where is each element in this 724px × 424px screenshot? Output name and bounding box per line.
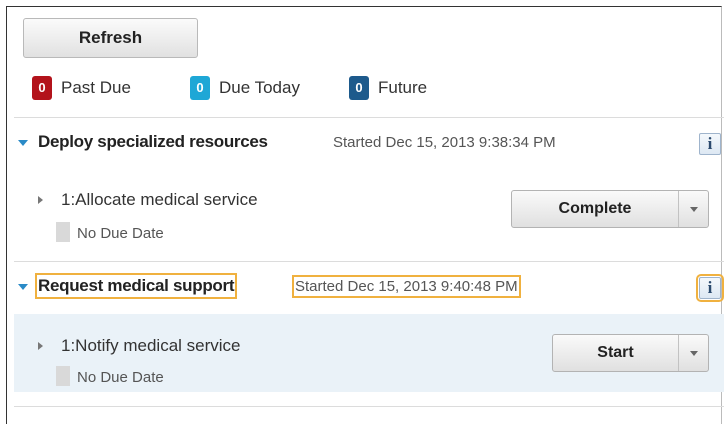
group-started-time: Started Dec 15, 2013 9:40:48 PM xyxy=(292,275,521,298)
divider xyxy=(14,117,724,118)
due-today-label: Due Today xyxy=(219,78,300,97)
due-date-text: No Due Date xyxy=(77,369,164,386)
complete-button[interactable]: Complete xyxy=(512,191,678,227)
start-split-button[interactable]: Start xyxy=(552,334,709,372)
future-count[interactable]: 0 Future xyxy=(349,76,427,102)
past-due-count[interactable]: 0 Past Due xyxy=(32,76,131,102)
info-icon[interactable]: i xyxy=(696,274,724,302)
future-label: Future xyxy=(378,78,428,97)
due-today-badge: 0 xyxy=(190,76,210,100)
task-row-selected[interactable]: 1:Notify medical service No Due Date Sta… xyxy=(14,314,724,392)
group-started-time: Started Dec 15, 2013 9:38:34 PM xyxy=(333,134,556,151)
task-row[interactable]: 1:Allocate medical service No Due Date C… xyxy=(14,180,724,250)
past-due-label: Past Due xyxy=(61,78,131,97)
past-due-badge: 0 xyxy=(32,76,52,100)
expand-caret-icon[interactable] xyxy=(38,196,43,204)
task-name[interactable]: 1:Allocate medical service xyxy=(61,190,258,210)
group-title[interactable]: Request medical support xyxy=(34,273,238,299)
collapse-caret-icon[interactable] xyxy=(18,284,28,290)
collapse-caret-icon[interactable] xyxy=(18,140,28,146)
due-date-icon xyxy=(56,222,70,242)
due-date-text: No Due Date xyxy=(77,225,164,242)
group-title[interactable]: Deploy specialized resources xyxy=(38,132,268,152)
task-name[interactable]: 1:Notify medical service xyxy=(61,336,241,356)
due-date-icon xyxy=(56,366,70,386)
divider xyxy=(14,406,724,407)
complete-split-button[interactable]: Complete xyxy=(511,190,709,228)
future-badge: 0 xyxy=(349,76,369,100)
due-today-count[interactable]: 0 Due Today xyxy=(190,76,300,102)
divider xyxy=(14,261,724,262)
refresh-button[interactable]: Refresh xyxy=(23,18,198,58)
group-header-deploy: Deploy specialized resources Started Dec… xyxy=(14,128,724,158)
expand-caret-icon[interactable] xyxy=(38,342,43,350)
info-icon[interactable]: i xyxy=(699,133,721,155)
group-header-request: Request medical support Started Dec 15, … xyxy=(14,272,724,302)
chevron-down-icon[interactable] xyxy=(679,191,709,227)
start-button[interactable]: Start xyxy=(553,335,678,371)
chevron-down-icon[interactable] xyxy=(679,335,709,371)
